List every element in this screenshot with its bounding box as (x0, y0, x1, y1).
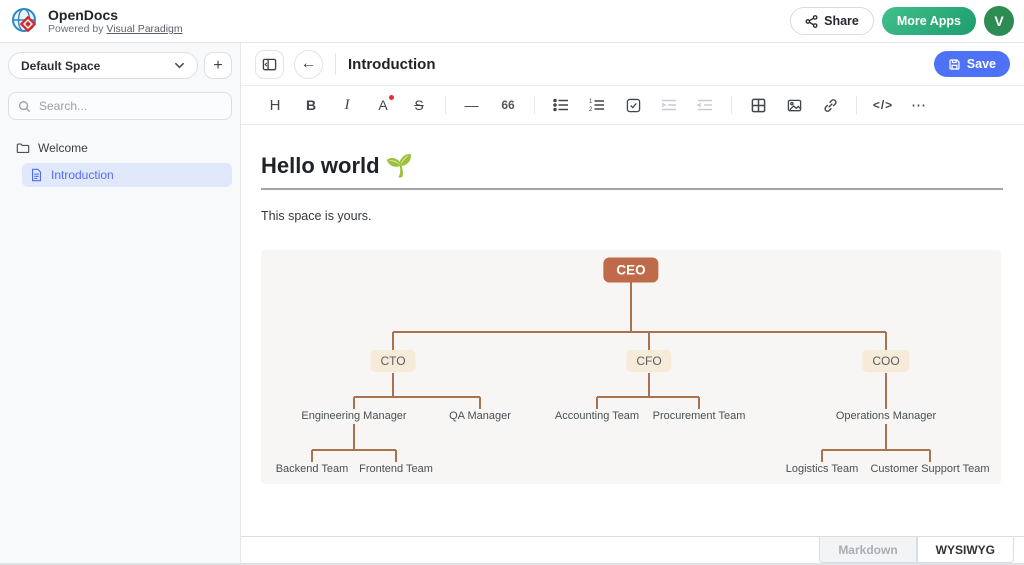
doc-header: ← Introduction Save (241, 43, 1024, 86)
user-avatar[interactable]: V (984, 6, 1014, 36)
color-dot (389, 95, 394, 100)
font-color-button[interactable]: A (370, 92, 396, 118)
share-icon (805, 15, 818, 28)
org-node-customer-support-team[interactable]: Customer Support Team (866, 463, 993, 475)
font-color-label: A (378, 97, 387, 113)
heading-button[interactable]: H (262, 92, 288, 118)
space-selector[interactable]: Default Space (8, 52, 198, 79)
org-node-coo[interactable]: COO (862, 350, 909, 372)
document-icon (30, 168, 43, 182)
insert-table-button[interactable] (745, 92, 771, 118)
org-node-engineering-manager[interactable]: Engineering Manager (297, 410, 410, 422)
indent-icon (661, 98, 677, 112)
powered-by-prefix: Powered by (48, 23, 103, 35)
space-row: Default Space + (8, 52, 232, 79)
editor-mode-bar: Markdown WYSIWYG (241, 536, 1024, 563)
link-icon (823, 98, 838, 113)
toolbar-divider (445, 96, 446, 114)
heading-rule (261, 188, 1003, 190)
svg-text:1: 1 (589, 99, 593, 105)
chevron-down-icon (174, 60, 185, 71)
org-node-backend-team[interactable]: Backend Team (272, 463, 353, 475)
brand-text: OpenDocs Powered by Visual Paradigm (48, 7, 183, 35)
back-button[interactable]: ← (294, 50, 323, 79)
checkbox-icon (626, 98, 641, 113)
search-icon (18, 100, 31, 113)
toolbar-divider (534, 96, 535, 114)
org-chart[interactable]: CEO CTO CFO COO Engineering Manager QA M… (261, 250, 1001, 484)
save-label: Save (967, 57, 996, 71)
add-space-button[interactable]: + (204, 52, 232, 79)
image-icon (787, 98, 802, 113)
header-actions: Share More Apps V (790, 6, 1014, 36)
tab-wysiwyg[interactable]: WYSIWYG (917, 537, 1014, 563)
opendocs-logo-icon (10, 6, 40, 36)
format-toolbar: H B I A S — 66 12 (241, 86, 1024, 125)
table-icon (751, 98, 766, 113)
indent-button[interactable] (656, 92, 682, 118)
tree-item-welcome[interactable]: Welcome (8, 136, 232, 160)
strikethrough-button[interactable]: S (406, 92, 432, 118)
app-body: Default Space + Welcome (0, 43, 1024, 563)
numbered-list-icon: 12 (589, 98, 605, 112)
top-header: OpenDocs Powered by Visual Paradigm Shar… (0, 0, 1024, 43)
insert-image-button[interactable] (781, 92, 807, 118)
tree-item-welcome-label: Welcome (38, 141, 88, 155)
bullet-list-button[interactable] (548, 92, 574, 118)
sidebar: Default Space + Welcome (0, 43, 241, 563)
brand: OpenDocs Powered by Visual Paradigm (10, 6, 183, 36)
org-node-cfo[interactable]: CFO (626, 350, 671, 372)
doc-paragraph: This space is yours. (261, 209, 1002, 223)
main-panel: ← Introduction Save H B I A (241, 43, 1024, 563)
powered-by: Powered by Visual Paradigm (48, 23, 183, 35)
save-icon (948, 58, 961, 71)
search-box (8, 92, 232, 120)
visual-paradigm-link[interactable]: Visual Paradigm (106, 23, 182, 35)
doc-content[interactable]: Hello world 🌱 This space is yours. CEO C… (241, 125, 1024, 536)
task-list-button[interactable] (620, 92, 646, 118)
italic-button[interactable]: I (334, 92, 360, 118)
space-selector-value: Default Space (21, 59, 100, 73)
collapse-panel-icon (262, 57, 277, 72)
org-node-ceo[interactable]: CEO (603, 258, 658, 283)
numbered-list-button[interactable]: 12 (584, 92, 610, 118)
code-button[interactable]: </> (870, 92, 896, 118)
more-apps-button[interactable]: More Apps (882, 7, 976, 35)
toolbar-divider (731, 96, 732, 114)
app-name: OpenDocs (48, 7, 183, 23)
outdent-icon (697, 98, 713, 112)
org-node-operations-manager[interactable]: Operations Manager (832, 410, 940, 422)
doc-title: Introduction (348, 56, 435, 73)
tab-markdown[interactable]: Markdown (819, 537, 916, 563)
toggle-sidebar-button[interactable] (255, 50, 284, 79)
bullet-list-icon (553, 98, 569, 112)
document-tree: Welcome Introduction (8, 136, 232, 187)
tree-item-introduction-label: Introduction (51, 168, 114, 182)
search-input[interactable] (39, 99, 222, 113)
org-node-cto[interactable]: CTO (370, 350, 415, 372)
share-button[interactable]: Share (790, 7, 874, 35)
back-arrow-icon: ← (301, 55, 317, 73)
insert-link-button[interactable] (817, 92, 843, 118)
share-label: Share (824, 14, 859, 28)
horizontal-rule-button[interactable]: — (459, 92, 485, 118)
org-node-qa-manager[interactable]: QA Manager (445, 410, 515, 422)
blockquote-button[interactable]: 66 (495, 92, 521, 118)
outdent-button[interactable] (692, 92, 718, 118)
doc-heading: Hello world 🌱 (261, 153, 1002, 179)
svg-text:2: 2 (589, 107, 593, 112)
folder-icon (16, 141, 30, 155)
more-tools-button[interactable]: ⋯ (906, 92, 932, 118)
org-node-accounting-team[interactable]: Accounting Team (551, 410, 643, 422)
org-node-frontend-team[interactable]: Frontend Team (355, 463, 437, 475)
header-divider (335, 53, 336, 75)
org-node-procurement-team[interactable]: Procurement Team (649, 410, 750, 422)
tree-item-introduction[interactable]: Introduction (22, 163, 232, 187)
toolbar-divider (856, 96, 857, 114)
bold-button[interactable]: B (298, 92, 324, 118)
save-button[interactable]: Save (934, 51, 1010, 77)
org-node-logistics-team[interactable]: Logistics Team (782, 463, 863, 475)
app-window: OpenDocs Powered by Visual Paradigm Shar… (0, 0, 1024, 565)
